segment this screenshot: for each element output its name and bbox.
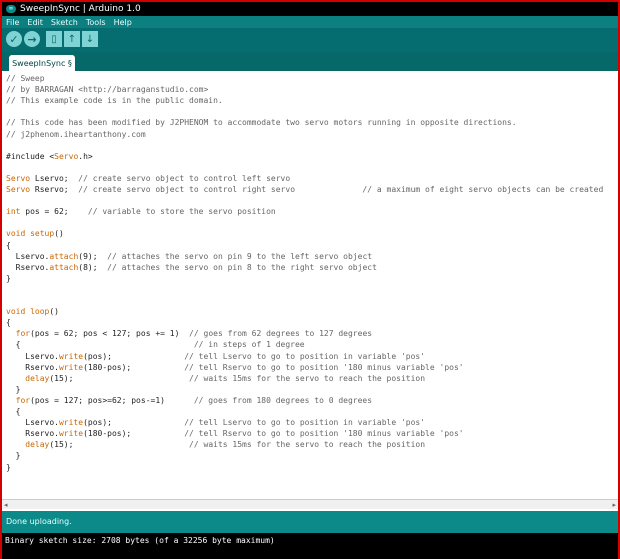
code-line: } bbox=[6, 273, 11, 283]
code-line: Lservo.write(pos); // tell Lservo to go … bbox=[6, 418, 426, 428]
code-line: Servo Rservo; // create servo object to … bbox=[6, 185, 604, 194]
code-line: } bbox=[6, 462, 11, 472]
code-line: // This example code is in the public do… bbox=[6, 96, 223, 106]
code-line: void setup() bbox=[6, 229, 64, 239]
tab-label: SweepInSync § bbox=[12, 58, 72, 68]
upload-button[interactable]: → bbox=[24, 31, 40, 47]
window-title: SweepInSync | Arduino 1.0 bbox=[20, 4, 141, 14]
code-line: // Sweep bbox=[6, 74, 45, 83]
menu-sketch[interactable]: Sketch bbox=[47, 18, 82, 27]
code-line: // by BARRAGAN <http://barraganstudio.co… bbox=[6, 85, 209, 95]
code-line: for(pos = 127; pos>=62; pos-=1) // goes … bbox=[15, 395, 373, 405]
code-line: #include <Servo.h> bbox=[6, 151, 93, 161]
code-line: Lservo.attach(9); // attaches the servo … bbox=[6, 251, 373, 261]
code-line: Lservo.write(pos); // tell Lservo to go … bbox=[6, 351, 426, 361]
menu-file[interactable]: File bbox=[2, 18, 23, 27]
code-line: } bbox=[6, 384, 21, 394]
menu-bar: File Edit Sketch Tools Help bbox=[2, 16, 618, 28]
code-line: Rservo.write(180-pos); // tell Rservo to… bbox=[6, 429, 464, 439]
scroll-right-icon[interactable]: ▸ bbox=[612, 501, 616, 509]
title-bar: ∞ SweepInSync | Arduino 1.0 bbox=[2, 2, 618, 16]
menu-edit[interactable]: Edit bbox=[23, 18, 47, 27]
console-text: Binary sketch size: 2708 bytes (of a 322… bbox=[5, 536, 275, 545]
new-file-icon: ▯ bbox=[51, 33, 57, 45]
open-button[interactable]: ↑ bbox=[64, 31, 80, 47]
menu-help[interactable]: Help bbox=[110, 18, 136, 27]
new-button[interactable]: ▯ bbox=[46, 31, 62, 47]
scroll-left-icon[interactable]: ◂ bbox=[4, 501, 8, 509]
code-line: { bbox=[6, 318, 11, 328]
code-line: Rservo.attach(8); // attaches the servo … bbox=[6, 262, 377, 272]
tab-strip: SweepInSync § bbox=[2, 52, 618, 71]
down-arrow-icon: ↓ bbox=[85, 33, 95, 45]
right-arrow-icon: → bbox=[27, 32, 37, 46]
status-bar: Done uploading. bbox=[2, 511, 618, 533]
code-line: for(pos = 62; pos < 127; pos += 1) // go… bbox=[15, 329, 373, 339]
toolbar: ✓ → ▯ ↑ ↓ bbox=[2, 28, 618, 52]
code-line: int pos = 62; // variable to store the s… bbox=[6, 207, 276, 217]
arduino-window: ∞ SweepInSync | Arduino 1.0 File Edit Sk… bbox=[0, 0, 620, 559]
arduino-logo-icon: ∞ bbox=[6, 5, 16, 13]
code-line: // This code has been modified by J2PHEN… bbox=[6, 118, 517, 128]
code-line: Rservo.write(180-pos); // tell Rservo to… bbox=[6, 362, 464, 372]
code-line: { // in steps of 1 degree bbox=[6, 340, 305, 350]
horizontal-scrollbar[interactable]: ◂ ▸ bbox=[2, 499, 618, 509]
status-message: Done uploading. bbox=[6, 517, 72, 526]
code-line: // j2phenom.iheartanthony.com bbox=[6, 129, 146, 139]
code-line: { bbox=[6, 240, 11, 250]
save-button[interactable]: ↓ bbox=[82, 31, 98, 47]
up-arrow-icon: ↑ bbox=[67, 33, 77, 45]
code-line: void loop() bbox=[6, 307, 59, 317]
code-line: Servo Lservo; // create servo object to … bbox=[6, 173, 291, 183]
code-line: } bbox=[6, 451, 21, 461]
code-line: { bbox=[6, 407, 21, 416]
tab-sweepinsync[interactable]: SweepInSync § bbox=[9, 55, 75, 71]
verify-button[interactable]: ✓ bbox=[6, 31, 22, 47]
code-line: delay(15); // waits 15ms for the servo t… bbox=[25, 440, 426, 450]
console-output: Binary sketch size: 2708 bytes (of a 322… bbox=[2, 533, 618, 559]
code-line: delay(15); // waits 15ms for the servo t… bbox=[25, 373, 426, 383]
code-editor[interactable]: // Sweep // by BARRAGAN <http://barragans… bbox=[2, 71, 618, 511]
checkmark-icon: ✓ bbox=[9, 32, 19, 46]
menu-tools[interactable]: Tools bbox=[82, 18, 110, 27]
